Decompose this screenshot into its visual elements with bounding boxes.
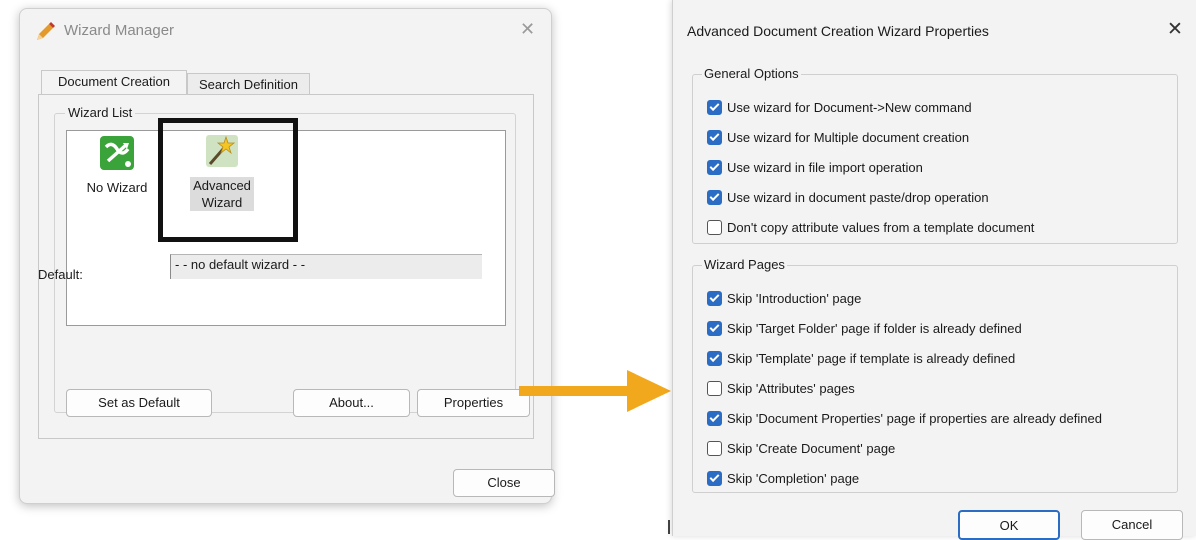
option-skip-attributes[interactable]: Skip 'Attributes' pages xyxy=(707,378,855,398)
highlight-box xyxy=(158,118,298,242)
checkbox[interactable] xyxy=(707,410,722,426)
checkbox[interactable] xyxy=(707,99,722,115)
option-skip-completion[interactable]: Skip 'Completion' page xyxy=(707,468,859,488)
option-paste-drop[interactable]: Use wizard in document paste/drop operat… xyxy=(707,187,989,207)
general-options-legend: General Options xyxy=(702,66,801,81)
dialog-title: Advanced Document Creation Wizard Proper… xyxy=(687,23,989,39)
about-button[interactable]: About... xyxy=(293,389,410,417)
option-label: Use wizard in document paste/drop operat… xyxy=(727,189,989,205)
checkbox[interactable] xyxy=(707,320,722,336)
arrow-icon xyxy=(519,370,671,412)
wizard-pages-legend: Wizard Pages xyxy=(702,257,787,272)
option-label: Skip 'Completion' page xyxy=(727,470,860,486)
option-label: Use wizard for Multiple document creatio… xyxy=(727,129,970,145)
option-label: Skip 'Introduction' page xyxy=(727,290,862,306)
checkbox[interactable] xyxy=(707,380,722,396)
pencil-icon xyxy=(37,22,55,40)
set-as-default-button[interactable]: Set as Default xyxy=(66,389,212,417)
close-button[interactable]: Close xyxy=(453,469,555,497)
wizard-pages-group: Wizard Pages Skip 'Introduction' page Sk… xyxy=(692,257,1178,493)
checkbox[interactable] xyxy=(707,129,722,145)
checkbox[interactable] xyxy=(707,440,722,456)
option-label: Skip 'Create Document' page xyxy=(727,440,896,456)
no-wizard-label: No Wizard xyxy=(86,180,148,195)
option-skip-target-folder[interactable]: Skip 'Target Folder' page if folder is a… xyxy=(707,318,1022,338)
option-label: Don't copy attribute values from a templ… xyxy=(727,219,1035,235)
tab-document-creation[interactable]: Document Creation xyxy=(41,70,187,94)
close-icon[interactable]: ✕ xyxy=(520,19,535,40)
option-document-new[interactable]: Use wizard for Document->New command xyxy=(707,97,972,117)
properties-dialog: Advanced Document Creation Wizard Proper… xyxy=(672,0,1196,540)
dialog-title: Wizard Manager xyxy=(64,22,175,39)
option-label: Use wizard for Document->New command xyxy=(727,99,972,115)
divider xyxy=(668,520,670,534)
general-options-group: General Options Use wizard for Document-… xyxy=(692,66,1178,244)
checkbox[interactable] xyxy=(707,219,722,235)
properties-button[interactable]: Properties xyxy=(417,389,530,417)
option-skip-create-document[interactable]: Skip 'Create Document' page xyxy=(707,438,895,458)
option-file-import[interactable]: Use wizard in file import operation xyxy=(707,157,923,177)
checkbox[interactable] xyxy=(707,470,722,486)
default-label: Default: xyxy=(38,267,83,282)
option-skip-document-properties[interactable]: Skip 'Document Properties' page if prope… xyxy=(707,408,1102,428)
option-skip-template[interactable]: Skip 'Template' page if template is alre… xyxy=(707,348,1015,368)
option-dont-copy-attributes[interactable]: Don't copy attribute values from a templ… xyxy=(707,217,1034,237)
option-label: Skip 'Target Folder' page if folder is a… xyxy=(727,320,1022,336)
checkbox[interactable] xyxy=(707,159,722,175)
option-label: Skip 'Document Properties' page if prope… xyxy=(727,410,1102,426)
tab-search-definition[interactable]: Search Definition xyxy=(187,73,310,95)
option-skip-introduction[interactable]: Skip 'Introduction' page xyxy=(707,288,861,308)
wizard-list-label: Wizard List xyxy=(65,105,136,120)
close-icon[interactable]: ✕ xyxy=(1167,18,1183,41)
checkbox[interactable] xyxy=(707,350,722,366)
wizard-manager-dialog: Wizard Manager ✕ Document Creation Searc… xyxy=(19,8,555,504)
checkbox[interactable] xyxy=(707,189,722,205)
checkbox[interactable] xyxy=(707,290,722,306)
default-wizard-field: - - no default wizard - - xyxy=(170,254,482,279)
option-label: Skip 'Template' page if template is alre… xyxy=(727,350,1016,366)
option-label: Skip 'Attributes' pages xyxy=(727,380,855,396)
option-label: Use wizard in file import operation xyxy=(727,159,923,175)
list-item-no-wizard[interactable]: No Wizard xyxy=(77,135,157,196)
no-wizard-icon xyxy=(100,136,134,170)
option-multiple-creation[interactable]: Use wizard for Multiple document creatio… xyxy=(707,127,969,147)
